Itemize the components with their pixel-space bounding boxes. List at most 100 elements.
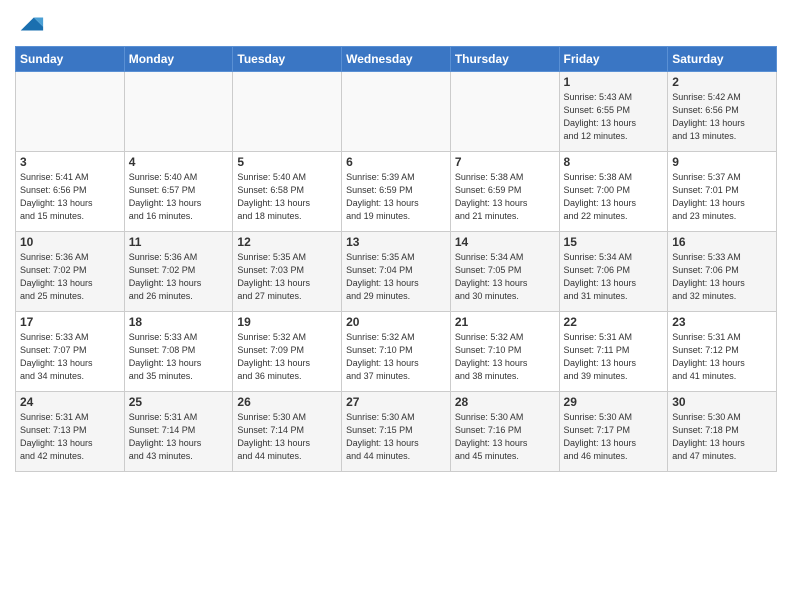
day-info: Sunrise: 5:36 AM Sunset: 7:02 PM Dayligh… — [20, 251, 120, 303]
day-info: Sunrise: 5:30 AM Sunset: 7:16 PM Dayligh… — [455, 411, 555, 463]
day-number: 9 — [672, 155, 772, 169]
day-info: Sunrise: 5:30 AM Sunset: 7:17 PM Dayligh… — [564, 411, 664, 463]
day-info: Sunrise: 5:30 AM Sunset: 7:18 PM Dayligh… — [672, 411, 772, 463]
day-info: Sunrise: 5:33 AM Sunset: 7:06 PM Dayligh… — [672, 251, 772, 303]
day-cell — [233, 72, 342, 152]
day-number: 22 — [564, 315, 664, 329]
calendar-table: SundayMondayTuesdayWednesdayThursdayFrid… — [15, 46, 777, 472]
day-cell: 13Sunrise: 5:35 AM Sunset: 7:04 PM Dayli… — [342, 232, 451, 312]
weekday-header-thursday: Thursday — [450, 47, 559, 72]
day-cell: 20Sunrise: 5:32 AM Sunset: 7:10 PM Dayli… — [342, 312, 451, 392]
day-cell: 9 Sunrise: 5:37 AM Sunset: 7:01 PM Daylig… — [668, 152, 777, 232]
day-cell: 28 Sunrise: 5:30 AM Sunset: 7:16 PM Dayli… — [450, 392, 559, 472]
day-cell: 23 Sunrise: 5:31 AM Sunset: 7:12 PM Dayli… — [668, 312, 777, 392]
day-info: Sunrise: 5:31 AM Sunset: 7:14 PM Dayligh… — [129, 411, 229, 463]
logo — [15, 10, 45, 38]
day-number: 24 — [20, 395, 120, 409]
day-cell: 2 Sunrise: 5:42 AM Sunset: 6:56 PM Daylig… — [668, 72, 777, 152]
day-cell: 16 Sunrise: 5:33 AM Sunset: 7:06 PM Dayli… — [668, 232, 777, 312]
day-info: Sunrise: 5:40 AM Sunset: 6:58 PM Dayligh… — [237, 171, 337, 223]
day-cell: 22 Sunrise: 5:31 AM Sunset: 7:11 PM Dayli… — [559, 312, 668, 392]
day-info: Sunrise: 5:38 AM Sunset: 6:59 PM Dayligh… — [455, 171, 555, 223]
day-number: 23 — [672, 315, 772, 329]
header — [15, 10, 777, 38]
day-info: Sunrise: 5:31 AM Sunset: 7:12 PM Dayligh… — [672, 331, 772, 383]
day-number: 27 — [346, 395, 446, 409]
day-number: 18 — [129, 315, 229, 329]
day-number: 4 — [129, 155, 229, 169]
day-number: 29 — [564, 395, 664, 409]
day-info: Sunrise: 5:40 AM Sunset: 6:57 PM Dayligh… — [129, 171, 229, 223]
day-cell: 29 Sunrise: 5:30 AM Sunset: 7:17 PM Dayli… — [559, 392, 668, 472]
day-number: 6 — [346, 155, 446, 169]
week-row-1: 1 Sunrise: 5:43 AM Sunset: 6:55 PM Daylig… — [16, 72, 777, 152]
day-info: Sunrise: 5:33 AM Sunset: 7:07 PM Dayligh… — [20, 331, 120, 383]
day-cell: 17 Sunrise: 5:33 AM Sunset: 7:07 PM Dayli… — [16, 312, 125, 392]
day-number: 10 — [20, 235, 120, 249]
day-info: Sunrise: 5:41 AM Sunset: 6:56 PM Dayligh… — [20, 171, 120, 223]
day-info: Sunrise: 5:32 AM Sunset: 7:10 PM Dayligh… — [455, 331, 555, 383]
weekday-header-sunday: Sunday — [16, 47, 125, 72]
day-number: 25 — [129, 395, 229, 409]
day-cell: 8 Sunrise: 5:38 AM Sunset: 7:00 PM Daylig… — [559, 152, 668, 232]
weekday-header-wednesday: Wednesday — [342, 47, 451, 72]
day-number: 7 — [455, 155, 555, 169]
day-cell: 14 Sunrise: 5:34 AM Sunset: 7:05 PM Dayli… — [450, 232, 559, 312]
day-cell — [124, 72, 233, 152]
weekday-header-friday: Friday — [559, 47, 668, 72]
day-number: 17 — [20, 315, 120, 329]
day-info: Sunrise: 5:34 AM Sunset: 7:06 PM Dayligh… — [564, 251, 664, 303]
day-number: 1 — [564, 75, 664, 89]
day-cell: 18 Sunrise: 5:33 AM Sunset: 7:08 PM Dayli… — [124, 312, 233, 392]
day-number: 16 — [672, 235, 772, 249]
day-cell — [342, 72, 451, 152]
day-info: Sunrise: 5:32 AM Sunset: 7:09 PM Dayligh… — [237, 331, 337, 383]
day-cell: 27 Sunrise: 5:30 AM Sunset: 7:15 PM Dayli… — [342, 392, 451, 472]
day-number: 14 — [455, 235, 555, 249]
day-number: 15 — [564, 235, 664, 249]
day-cell: 30 Sunrise: 5:30 AM Sunset: 7:18 PM Dayli… — [668, 392, 777, 472]
day-info: Sunrise: 5:30 AM Sunset: 7:14 PM Dayligh… — [237, 411, 337, 463]
day-number: 5 — [237, 155, 337, 169]
weekday-header-row: SundayMondayTuesdayWednesdayThursdayFrid… — [16, 47, 777, 72]
day-number: 11 — [129, 235, 229, 249]
weekday-header-monday: Monday — [124, 47, 233, 72]
day-number: 8 — [564, 155, 664, 169]
day-number: 13 — [346, 235, 446, 249]
day-info: Sunrise: 5:31 AM Sunset: 7:11 PM Dayligh… — [564, 331, 664, 383]
day-cell: 21 Sunrise: 5:32 AM Sunset: 7:10 PM Dayli… — [450, 312, 559, 392]
page: SundayMondayTuesdayWednesdayThursdayFrid… — [0, 0, 792, 482]
day-cell — [450, 72, 559, 152]
day-cell: 24 Sunrise: 5:31 AM Sunset: 7:13 PM Dayli… — [16, 392, 125, 472]
week-row-5: 24 Sunrise: 5:31 AM Sunset: 7:13 PM Dayli… — [16, 392, 777, 472]
day-cell: 7 Sunrise: 5:38 AM Sunset: 6:59 PM Daylig… — [450, 152, 559, 232]
day-info: Sunrise: 5:37 AM Sunset: 7:01 PM Dayligh… — [672, 171, 772, 223]
day-info: Sunrise: 5:32 AM Sunset: 7:10 PM Dayligh… — [346, 331, 446, 383]
day-cell: 25 Sunrise: 5:31 AM Sunset: 7:14 PM Dayli… — [124, 392, 233, 472]
day-number: 28 — [455, 395, 555, 409]
day-number: 12 — [237, 235, 337, 249]
day-number: 2 — [672, 75, 772, 89]
day-info: Sunrise: 5:36 AM Sunset: 7:02 PM Dayligh… — [129, 251, 229, 303]
day-info: Sunrise: 5:42 AM Sunset: 6:56 PM Dayligh… — [672, 91, 772, 143]
weekday-header-tuesday: Tuesday — [233, 47, 342, 72]
week-row-3: 10 Sunrise: 5:36 AM Sunset: 7:02 PM Dayli… — [16, 232, 777, 312]
day-info: Sunrise: 5:38 AM Sunset: 7:00 PM Dayligh… — [564, 171, 664, 223]
week-row-2: 3Sunrise: 5:41 AM Sunset: 6:56 PM Daylig… — [16, 152, 777, 232]
weekday-header-saturday: Saturday — [668, 47, 777, 72]
day-cell — [16, 72, 125, 152]
day-info: Sunrise: 5:39 AM Sunset: 6:59 PM Dayligh… — [346, 171, 446, 223]
day-cell: 6 Sunrise: 5:39 AM Sunset: 6:59 PM Daylig… — [342, 152, 451, 232]
day-info: Sunrise: 5:31 AM Sunset: 7:13 PM Dayligh… — [20, 411, 120, 463]
day-info: Sunrise: 5:33 AM Sunset: 7:08 PM Dayligh… — [129, 331, 229, 383]
day-info: Sunrise: 5:34 AM Sunset: 7:05 PM Dayligh… — [455, 251, 555, 303]
day-cell: 11 Sunrise: 5:36 AM Sunset: 7:02 PM Dayli… — [124, 232, 233, 312]
day-number: 30 — [672, 395, 772, 409]
day-number: 21 — [455, 315, 555, 329]
day-cell: 1 Sunrise: 5:43 AM Sunset: 6:55 PM Daylig… — [559, 72, 668, 152]
day-cell: 5 Sunrise: 5:40 AM Sunset: 6:58 PM Daylig… — [233, 152, 342, 232]
day-number: 26 — [237, 395, 337, 409]
day-info: Sunrise: 5:43 AM Sunset: 6:55 PM Dayligh… — [564, 91, 664, 143]
day-cell: 19Sunrise: 5:32 AM Sunset: 7:09 PM Dayli… — [233, 312, 342, 392]
day-info: Sunrise: 5:30 AM Sunset: 7:15 PM Dayligh… — [346, 411, 446, 463]
